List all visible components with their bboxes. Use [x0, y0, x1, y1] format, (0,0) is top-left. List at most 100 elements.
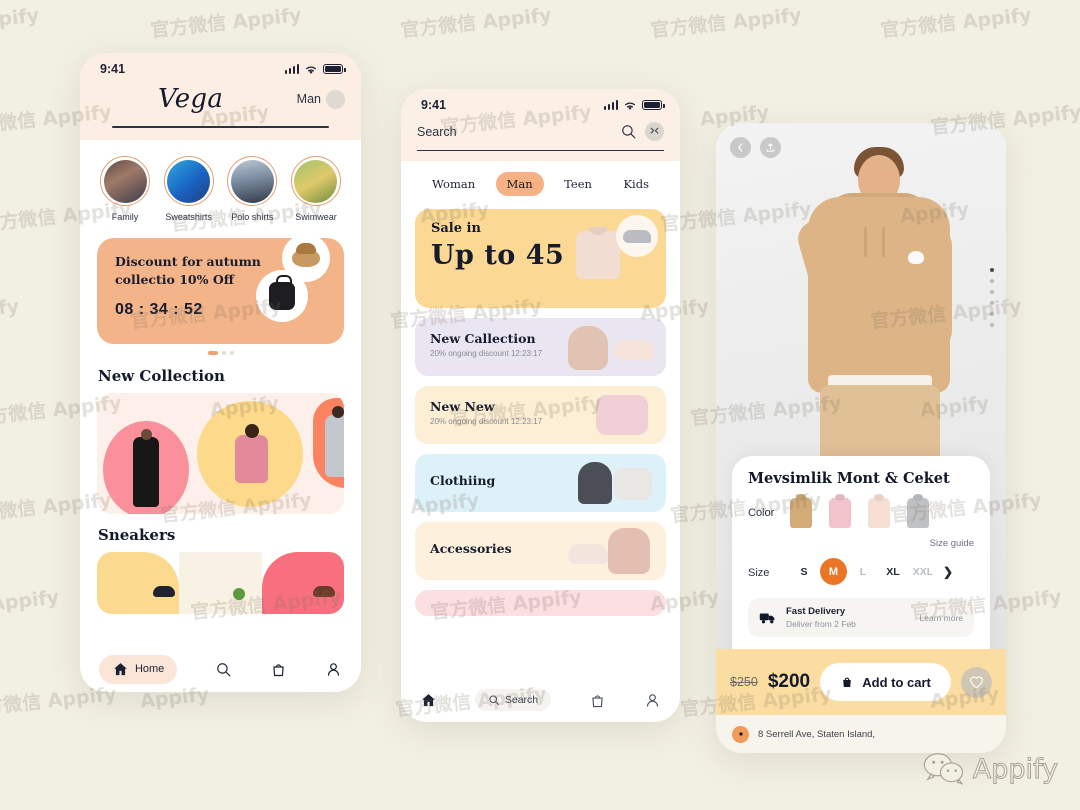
watermark-text: 官方微信 Appify: [879, 4, 1033, 42]
size-option-m[interactable]: M: [820, 558, 847, 585]
search-icon[interactable]: [620, 123, 637, 140]
current-price: $200: [767, 671, 811, 692]
category-thumb: [294, 159, 338, 203]
search-underline: [417, 150, 664, 152]
color-swatch-grey[interactable]: [907, 498, 929, 528]
category-item-sweatshirts[interactable]: Sweatshirts: [162, 156, 216, 222]
bag-icon: [843, 677, 852, 687]
status-bar: 9:41: [80, 53, 361, 78]
color-selector: Color: [748, 498, 974, 528]
watermark-text: Appify: [0, 4, 41, 34]
user-icon[interactable]: [644, 692, 661, 709]
image-pager-dots[interactable]: [990, 268, 994, 327]
watermark-text: Appify: [0, 586, 61, 616]
tab-teen[interactable]: Teen: [553, 172, 603, 196]
filter-icon[interactable]: [645, 122, 664, 141]
tab-kids[interactable]: Kids: [612, 172, 660, 196]
address-bar[interactable]: 8 Serrell Ave, Staten Island,: [716, 715, 1006, 753]
size-label: Size: [748, 566, 770, 579]
category-thumb: [167, 159, 211, 203]
gender-selector[interactable]: Man: [297, 89, 345, 109]
new-collection-carousel[interactable]: [97, 393, 344, 514]
wishlist-button[interactable]: [961, 666, 992, 698]
status-time: 9:41: [100, 62, 126, 76]
old-price: $250: [730, 675, 758, 689]
color-swatch-pink[interactable]: [829, 498, 851, 528]
share-icon: [766, 143, 775, 152]
model-figure: [235, 424, 268, 483]
sneaker-thumb: [313, 586, 335, 597]
phone1-header: 9:41 Vega Man: [80, 53, 361, 140]
search-icon: [489, 695, 499, 705]
delivery-subtitle: Deliver from 2 Feb: [786, 619, 856, 629]
tab-home[interactable]: Home: [98, 654, 178, 684]
chevron-right-icon[interactable]: ❯: [943, 565, 953, 579]
sneakers-carousel[interactable]: [97, 552, 344, 614]
search-icon[interactable]: [215, 661, 232, 678]
category-item-polo-shirts[interactable]: Polo shirts: [225, 156, 279, 222]
size-guide-link[interactable]: Size guide: [748, 538, 974, 549]
tab-woman[interactable]: Woman: [421, 172, 486, 196]
size-option-l[interactable]: L: [849, 566, 877, 578]
catalog-card-clothiing[interactable]: Clothiing: [415, 454, 666, 513]
gender-tabs: Woman Man Teen Kids: [401, 161, 680, 206]
address-text: 8 Serrell Ave, Staten Island,: [758, 728, 876, 740]
promo-banner[interactable]: Discount for autumn collectio 10% Off 08…: [97, 238, 344, 344]
carousel-dots[interactable]: [80, 351, 361, 355]
size-option-xxl[interactable]: XXL: [909, 566, 937, 578]
status-time: 9:41: [421, 98, 447, 112]
color-swatch-blush[interactable]: [868, 498, 890, 528]
product-thumb: [596, 395, 648, 436]
product-thumb: [568, 326, 608, 371]
bottom-tabbar: Home: [80, 646, 361, 692]
tab-search[interactable]: Search: [474, 689, 552, 711]
color-swatch-tan[interactable]: [790, 498, 812, 528]
bag-icon[interactable]: [270, 661, 287, 678]
add-to-cart-button[interactable]: Add to cart: [820, 663, 951, 701]
location-icon: [732, 725, 749, 743]
home-icon[interactable]: [420, 692, 437, 709]
search-input[interactable]: Search: [417, 125, 612, 139]
bag-icon[interactable]: [589, 692, 606, 709]
category-list: Family Sweatshirts Polo shirts Swimwear: [80, 140, 361, 224]
size-option-s[interactable]: S: [790, 566, 818, 578]
product-image: [716, 123, 1006, 513]
phone-mockup-home: 9:41 Vega Man Family Sweatshirts Polo sh…: [80, 53, 361, 692]
catalog-card-new-new[interactable]: New New 20% ongoing discount 12:23:17: [415, 386, 666, 445]
screenshot-canvas: 9:41 Vega Man Family Sweatshirts Polo sh…: [0, 0, 1080, 810]
size-selector: Size S M L XL XXL ❯: [748, 558, 974, 585]
add-to-cart-label: Add to cart: [862, 674, 931, 690]
countdown-timer: 08 : 34 : 52: [115, 301, 203, 319]
watermark-text: 官方微信 Appify: [149, 4, 303, 42]
category-thumb: [103, 159, 147, 203]
category-item-family[interactable]: Family: [98, 156, 152, 222]
sale-banner[interactable]: Sale in Up to 45: [415, 209, 666, 309]
learn-more-link[interactable]: Learn more: [920, 613, 963, 623]
avatar: [326, 89, 345, 109]
size-option-xl[interactable]: XL: [879, 566, 907, 578]
tab-man[interactable]: Man: [495, 172, 544, 197]
catalog-card-new-callection[interactable]: New Callection 20% ongoing discount 12:2…: [415, 318, 666, 377]
product-thumb: [608, 528, 650, 575]
chevron-left-icon: [738, 143, 743, 152]
delivery-info: Fast Delivery Deliver from 2 Feb Learn m…: [748, 598, 974, 637]
delivery-title: Fast Delivery: [786, 606, 846, 617]
promo-text: Discount for autumn collectio 10% Off: [115, 253, 275, 289]
status-bar: 9:41: [401, 89, 680, 114]
category-label: Polo shirts: [231, 212, 274, 222]
battery-icon: [642, 100, 665, 110]
catalog-card-accessories[interactable]: Accessories: [415, 522, 666, 581]
catalog-card-next[interactable]: [415, 590, 666, 617]
category-item-swimwear[interactable]: Swimwear: [289, 156, 343, 222]
user-icon[interactable]: [325, 661, 342, 678]
home-icon: [114, 662, 127, 675]
phone-mockup-product-detail: Mevsimlik Mont & Ceket Color Size guide …: [716, 123, 1006, 753]
signal-icon: [603, 100, 618, 110]
wechat-icon: [923, 753, 963, 785]
model-figure: [325, 406, 344, 477]
product-thumb: [578, 462, 612, 505]
back-button[interactable]: [730, 137, 751, 158]
signal-icon: [284, 64, 299, 74]
share-button[interactable]: [760, 137, 781, 158]
wifi-icon: [624, 102, 636, 110]
